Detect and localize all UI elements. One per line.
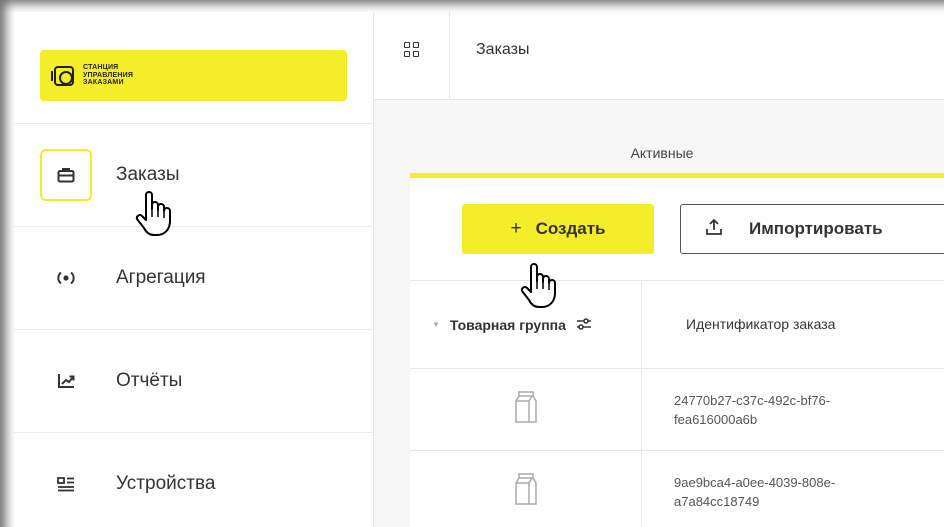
- create-button[interactable]: + Создать: [462, 204, 654, 254]
- column-header-label: Товарная группа: [449, 316, 566, 333]
- devices-icon: [40, 458, 92, 510]
- upload-icon: [705, 218, 723, 241]
- apps-grid-icon: [404, 42, 419, 57]
- logo-text: СТАНЦИЯ УПРАВЛЕНИЯ ЗАКАЗАМИ: [83, 64, 134, 87]
- sidebar: СТАНЦИЯ УПРАВЛЕНИЯ ЗАКАЗАМИ Заказы Агрег…: [14, 12, 374, 527]
- table-header-row: ▼ Товарная группа Идентификатор заказа: [410, 281, 944, 369]
- table-row[interactable]: 9ae9bca4-a0ee-4039-808e- a7a84cc18749: [410, 451, 944, 527]
- filter-settings-icon[interactable]: [576, 317, 592, 333]
- milk-carton-icon: [514, 472, 537, 511]
- sidebar-item-label: Заказы: [116, 164, 180, 185]
- order-id-line: a7a84cc18749: [674, 493, 760, 509]
- sidebar-item-label: Устройства: [116, 473, 216, 494]
- aggregation-icon: [40, 252, 92, 304]
- sort-arrow-icon[interactable]: ▼: [432, 320, 440, 329]
- order-id-cell[interactable]: 9ae9bca4-a0ee-4039-808e- a7a84cc18749: [642, 451, 944, 527]
- apps-menu-button[interactable]: [374, 11, 450, 100]
- plus-icon: +: [510, 218, 522, 239]
- sidebar-item-aggregation[interactable]: Агрегация: [14, 227, 373, 330]
- chart-trend-icon: [40, 355, 92, 407]
- order-id-line: fea616000a6b: [674, 411, 758, 427]
- column-header-product-group[interactable]: ▼ Товарная группа: [410, 281, 642, 368]
- order-id-line: 24770b27-c37c-492c-bf76-: [674, 392, 831, 408]
- app-logo[interactable]: СТАНЦИЯ УПРАВЛЕНИЯ ЗАКАЗАМИ: [40, 50, 347, 101]
- sidebar-item-label: Агрегация: [116, 267, 206, 288]
- order-id-line: 9ae9bca4-a0ee-4039-808e-: [674, 474, 836, 490]
- page-title: Заказы: [476, 40, 530, 58]
- order-id-cell[interactable]: 24770b27-c37c-492c-bf76- fea616000a6b: [642, 369, 944, 450]
- milk-carton-icon: [514, 390, 537, 429]
- import-button[interactable]: Импортировать: [680, 204, 944, 254]
- briefcase-icon: [40, 149, 92, 201]
- create-button-label: Создать: [535, 219, 606, 238]
- tab-active[interactable]: Активные: [410, 145, 944, 161]
- column-header-order-id[interactable]: Идентификатор заказа: [642, 281, 944, 368]
- product-group-cell: [410, 451, 642, 527]
- orders-table: ▼ Товарная группа Идентификатор заказа 2…: [410, 280, 944, 527]
- product-group-cell: [410, 369, 642, 450]
- logo-area: СТАНЦИЯ УПРАВЛЕНИЯ ЗАКАЗАМИ: [14, 12, 373, 124]
- table-row[interactable]: 24770b27-c37c-492c-bf76- fea616000a6b: [410, 369, 944, 451]
- sidebar-item-label: Отчёты: [116, 370, 183, 391]
- logo-icon: [51, 65, 74, 86]
- top-bar: Заказы: [374, 11, 944, 100]
- sidebar-item-devices[interactable]: Устройства: [14, 433, 373, 527]
- import-button-label: Импортировать: [749, 219, 883, 238]
- sidebar-item-reports[interactable]: Отчёты: [14, 330, 373, 433]
- sidebar-item-orders[interactable]: Заказы: [14, 124, 373, 227]
